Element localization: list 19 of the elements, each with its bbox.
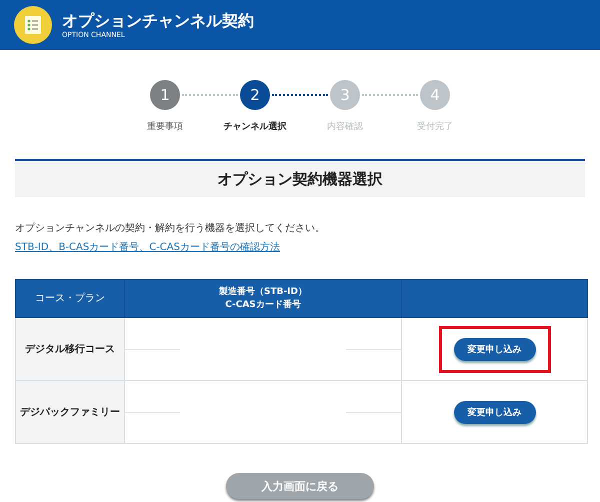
page-title: オプションチャンネル契約: [62, 11, 254, 31]
step-number: 4: [420, 80, 450, 110]
step-label: 内容確認: [327, 120, 363, 133]
apply-button[interactable]: 変更申し込み: [454, 338, 536, 360]
step-label: 受付完了: [417, 120, 453, 133]
step-label: チャンネル選択: [224, 120, 286, 133]
step-number: 2: [240, 80, 270, 110]
list-icon: [14, 6, 52, 44]
column-header: 製造番号（STB-ID） C-CASカード番号: [124, 280, 402, 318]
plan-cell: デジパックファミリー: [16, 380, 124, 444]
help-link[interactable]: STB-ID、B-CASカード番号、C-CASカード番号の確認方法: [15, 240, 280, 254]
step-number: 3: [330, 80, 360, 110]
step-number: 1: [150, 80, 180, 110]
column-header: コース・プラン: [16, 280, 124, 318]
plan-cell: デジタル移行コース: [16, 318, 124, 380]
section-title: オプション契約機器選択: [15, 159, 585, 197]
step-label: 重要事項: [147, 120, 183, 133]
apply-button[interactable]: 変更申し込み: [454, 400, 536, 424]
instruction-text: オプションチャンネルの契約・解約を行う機器を選択してください。: [15, 222, 326, 235]
